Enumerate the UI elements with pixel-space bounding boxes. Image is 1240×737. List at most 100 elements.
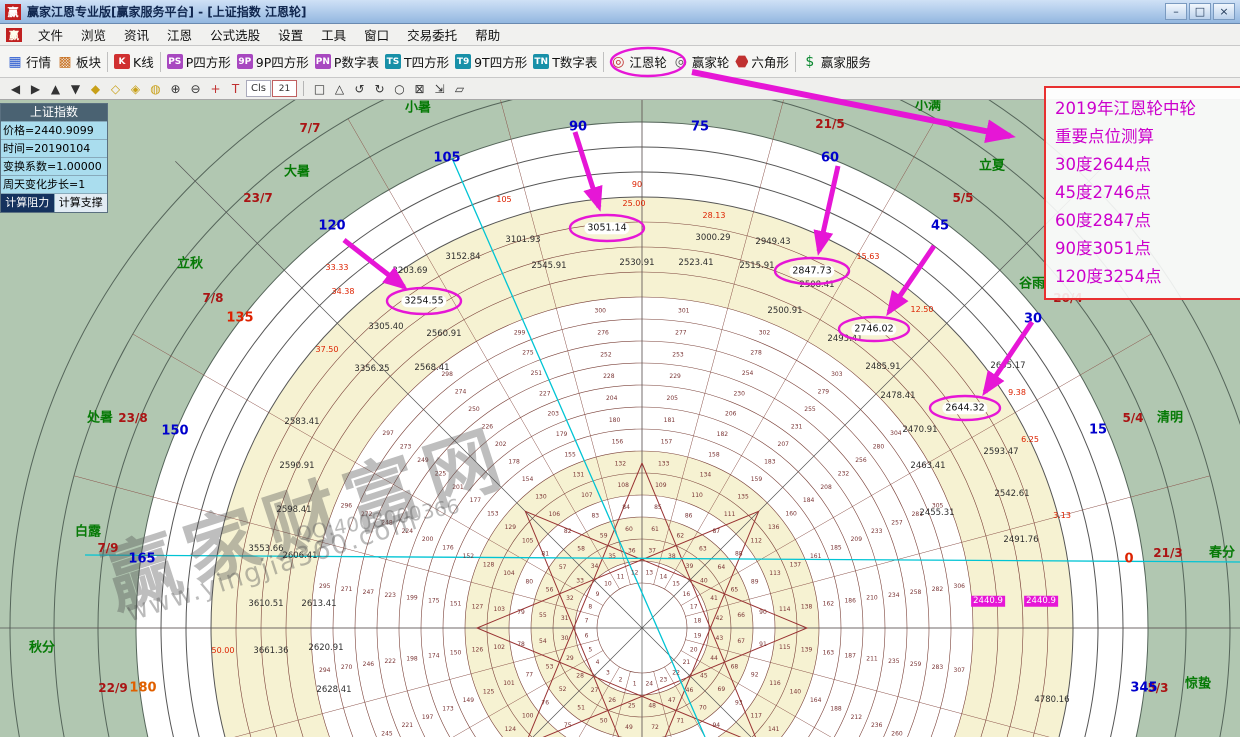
svg-text:298: 298	[441, 371, 453, 378]
rotate-cw-icon[interactable]: ↻	[370, 79, 389, 98]
svg-text:248: 248	[381, 519, 393, 526]
move-tool-icon[interactable]: ⇲	[430, 79, 449, 98]
diamond-open-icon[interactable]: ◇	[106, 79, 125, 98]
filter-icon[interactable]: ▼	[66, 79, 85, 98]
svg-text:188: 188	[830, 705, 842, 712]
rect-tool-icon[interactable]: □	[310, 79, 329, 98]
svg-text:39: 39	[686, 563, 694, 570]
svg-text:126: 126	[472, 647, 484, 654]
annotation-point-90: 90度3051点	[1055, 235, 1237, 263]
svg-text:59: 59	[600, 533, 608, 540]
sectors-icon: ▩	[57, 55, 73, 69]
maximize-button[interactable]: □	[1189, 3, 1211, 20]
menu-help[interactable]: 帮助	[466, 23, 509, 46]
svg-text:197: 197	[422, 714, 434, 721]
toolbar-item-winner-service[interactable]: $赢家服务	[799, 49, 874, 74]
toolbar-item-gann-wheel[interactable]: ◎江恩轮	[607, 49, 670, 74]
svg-text:255: 255	[804, 406, 816, 413]
t-square-icon: TS	[385, 54, 401, 69]
toolbar-separator	[603, 52, 604, 72]
svg-text:12: 12	[631, 569, 639, 576]
menu-gann[interactable]: 江恩	[158, 23, 201, 46]
circle-dot-icon[interactable]: ◍	[146, 79, 165, 98]
svg-text:115: 115	[779, 644, 791, 651]
text-tool-icon[interactable]: T	[226, 79, 245, 98]
crosshair-icon[interactable]: +	[206, 79, 225, 98]
toolbar-item-p-table[interactable]: PNP数字表	[312, 49, 382, 74]
svg-text:212: 212	[851, 714, 863, 721]
svg-text:50: 50	[600, 717, 608, 724]
clear-icon[interactable]: Cls	[246, 80, 271, 97]
svg-text:173: 173	[442, 705, 454, 712]
menu-news[interactable]: 资讯	[115, 23, 158, 46]
svg-text:1: 1	[633, 681, 637, 688]
p-table-icon: PN	[315, 54, 331, 69]
svg-text:222: 222	[384, 658, 396, 665]
svg-text:30: 30	[561, 635, 569, 642]
toolbar-item-9p-square[interactable]: 9P9P四方形	[234, 49, 312, 74]
rotate-ccw-icon[interactable]: ↺	[350, 79, 369, 98]
menu-window[interactable]: 窗口	[355, 23, 398, 46]
annotation-point-60: 60度2847点	[1055, 207, 1237, 235]
toolbar-item-t-table[interactable]: TNT数字表	[530, 49, 600, 74]
toolbar-item-winner-wheel[interactable]: ◎赢家轮	[670, 49, 733, 74]
app-logo-icon: 赢	[5, 4, 21, 20]
delete-tool-icon[interactable]: ⊠	[410, 79, 429, 98]
toolbar-item-label: 行情	[26, 52, 51, 71]
svg-text:36: 36	[628, 548, 636, 555]
svg-text:199: 199	[406, 595, 418, 602]
svg-text:93: 93	[735, 699, 743, 706]
svg-text:228: 228	[603, 373, 615, 380]
svg-text:65: 65	[731, 587, 739, 594]
menu-settings[interactable]: 设置	[269, 23, 312, 46]
triangle-tool-icon[interactable]: △	[330, 79, 349, 98]
pointer-up-icon[interactable]: ▲	[46, 79, 65, 98]
svg-text:249: 249	[417, 457, 429, 464]
svg-text:90: 90	[759, 609, 767, 616]
svg-text:179: 179	[556, 431, 568, 438]
para-tool-icon[interactable]: ▱	[450, 79, 469, 98]
toolbar-item-kline[interactable]: KK线	[111, 49, 157, 74]
calc-support-button[interactable]: 计算支撑	[54, 194, 108, 212]
diamond-half-icon[interactable]: ◈	[126, 79, 145, 98]
svg-text:85: 85	[654, 504, 662, 511]
close-button[interactable]: ×	[1213, 3, 1235, 20]
zoom-out-icon[interactable]: ⊖	[186, 79, 205, 98]
svg-text:87: 87	[712, 528, 720, 535]
menu-file[interactable]: 文件	[29, 23, 72, 46]
svg-text:252: 252	[600, 351, 612, 358]
svg-text:277: 277	[675, 330, 687, 337]
toolbar-item-9t-square[interactable]: T99T四方形	[452, 49, 530, 74]
toolbar-item-quotes[interactable]: ▦行情	[4, 49, 54, 74]
menu-trade[interactable]: 交易委托	[398, 23, 466, 46]
nav-right-icon[interactable]: ▶	[26, 79, 45, 98]
menu-formula-select[interactable]: 公式选股	[201, 23, 269, 46]
toolbar-item-label: 9P四方形	[256, 52, 309, 71]
svg-text:152: 152	[463, 553, 475, 560]
svg-text:127: 127	[472, 603, 484, 610]
svg-text:305: 305	[932, 503, 944, 510]
toolbar-item-p-square[interactable]: PSP四方形	[164, 49, 234, 74]
circle-tool-icon[interactable]: ○	[390, 79, 409, 98]
svg-text:303: 303	[831, 371, 843, 378]
toolbar-item-hexagon[interactable]: 六角形	[732, 49, 792, 74]
diamond-solid-icon[interactable]: ◆	[86, 79, 105, 98]
svg-text:27: 27	[591, 687, 599, 694]
minimize-button[interactable]: –	[1165, 3, 1187, 20]
svg-text:258: 258	[910, 589, 922, 596]
menu-tools[interactable]: 工具	[312, 23, 355, 46]
svg-text:157: 157	[661, 439, 673, 446]
svg-text:201: 201	[452, 484, 464, 491]
svg-text:250: 250	[468, 406, 480, 413]
zoom-in-icon[interactable]: ⊕	[166, 79, 185, 98]
nav-left-icon[interactable]: ◀	[6, 79, 25, 98]
calendar-icon[interactable]: 21	[272, 80, 297, 97]
toolbar-item-sectors[interactable]: ▩板块	[54, 49, 104, 74]
svg-text:299: 299	[514, 329, 526, 336]
menu-browse[interactable]: 浏览	[72, 23, 115, 46]
calc-resistance-button[interactable]: 计算阻力	[1, 194, 54, 212]
svg-text:91: 91	[759, 641, 767, 648]
toolbar-item-t-square[interactable]: TST四方形	[382, 49, 452, 74]
svg-text:183: 183	[764, 458, 776, 465]
svg-text:11: 11	[617, 573, 625, 580]
